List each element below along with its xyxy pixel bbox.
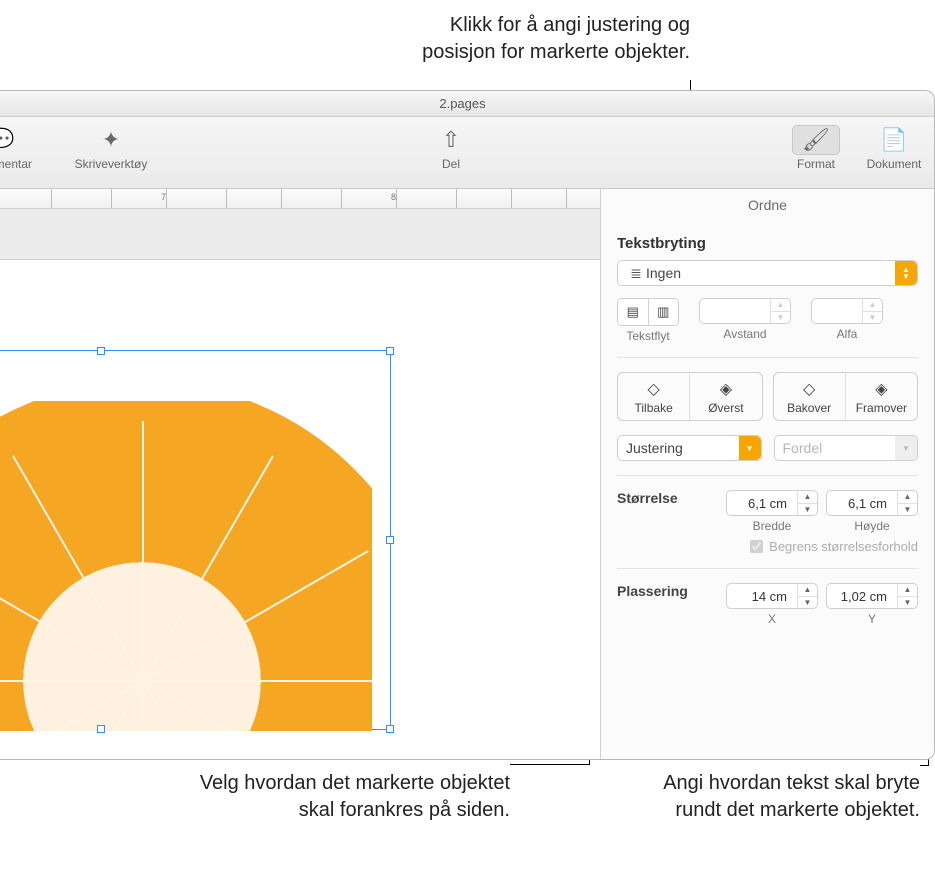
textwrap-mode-select[interactable]: ≣ Ingen ▲▼ bbox=[617, 260, 918, 286]
page-surface[interactable] bbox=[0, 259, 600, 759]
step-down-icon[interactable]: ▼ bbox=[898, 504, 917, 516]
step-up-icon[interactable]: ▲ bbox=[798, 491, 817, 504]
checkbox-label: Begrens størrelsesforhold bbox=[769, 539, 918, 554]
step-down-icon[interactable]: ▼ bbox=[798, 504, 817, 516]
send-to-back-button[interactable]: ◇ Tilbake bbox=[618, 373, 689, 420]
width-label: Bredde bbox=[753, 519, 792, 533]
send-backward-button[interactable]: ◇ Bakover bbox=[774, 373, 845, 420]
alpha-input[interactable] bbox=[812, 299, 858, 323]
spacing-label: Avstand bbox=[723, 327, 766, 341]
distribute-select[interactable]: Fordel ▼ bbox=[774, 435, 919, 461]
y-label: Y bbox=[868, 612, 876, 626]
format-inspector: Ordne Tekstbryting ≣ Ingen ▲▼ ▤ ▥ Tekstf… bbox=[600, 189, 934, 759]
bring-to-front-button[interactable]: ◈ Øverst bbox=[689, 373, 761, 420]
callout-bottom-right: Angi hvordan tekst skal bryte rundt det … bbox=[640, 770, 920, 824]
textflow-left-icon[interactable]: ▤ bbox=[618, 299, 648, 325]
resize-handle[interactable] bbox=[97, 725, 105, 733]
x-label: X bbox=[768, 612, 776, 626]
app-window: 2.pages 💬 Kommentar ✦ Skriveverktøy ⇧ De… bbox=[0, 90, 935, 760]
toolbar-label: Skriveverktøy bbox=[71, 157, 151, 171]
selected-image[interactable] bbox=[0, 350, 391, 730]
constrain-proportions-checkbox[interactable]: Begrens størrelsesforhold bbox=[617, 539, 918, 554]
resize-handle[interactable] bbox=[97, 347, 105, 355]
spacing-input[interactable] bbox=[700, 299, 764, 323]
layers-back-icon: ◇ bbox=[618, 379, 689, 399]
textflow-label: Tekstflyt bbox=[626, 329, 669, 343]
textflow-segmented[interactable]: ▤ ▥ bbox=[617, 298, 679, 326]
layer-label: Tilbake bbox=[618, 399, 689, 420]
alpha-stepper[interactable]: ▲▼ bbox=[811, 298, 883, 324]
sparkle-icon: ✦ bbox=[71, 125, 151, 155]
spacing-stepper[interactable]: ▲▼ bbox=[699, 298, 791, 324]
y-input[interactable] bbox=[827, 584, 891, 608]
layer-label: Øverst bbox=[690, 399, 761, 420]
layers-backward-icon: ◇ bbox=[774, 379, 845, 399]
callout-top: Klikk for å angi justering og posisjon f… bbox=[380, 12, 690, 66]
toolbar-share-button[interactable]: ⇧ Del bbox=[411, 125, 491, 171]
layers-front-icon: ◈ bbox=[690, 379, 761, 399]
toolbar-writing-tools-button[interactable]: ✦ Skriveverktøy bbox=[71, 125, 151, 171]
height-stepper[interactable]: ▲▼ bbox=[826, 490, 918, 516]
document-icon: 📄 bbox=[854, 125, 934, 155]
step-up-icon[interactable]: ▲ bbox=[898, 491, 917, 504]
dropdown-label: Fordel bbox=[783, 440, 892, 456]
comment-icon: 💬 bbox=[0, 125, 41, 155]
width-stepper[interactable]: ▲▼ bbox=[726, 490, 818, 516]
step-down-icon[interactable]: ▼ bbox=[863, 312, 882, 324]
callout-line bbox=[920, 765, 928, 766]
x-input[interactable] bbox=[727, 584, 791, 608]
toolbar-format-button[interactable]: 🖌 Format bbox=[776, 125, 856, 171]
layer-order-controls: ◇ Tilbake ◈ Øverst ◇ Bakover ◈ F bbox=[617, 372, 918, 421]
chevron-down-icon: ▼ bbox=[739, 436, 761, 460]
toolbar-document-button[interactable]: 📄 Dokument bbox=[854, 125, 934, 171]
orange-illustration bbox=[0, 401, 372, 731]
section-title-size: Størrelse bbox=[617, 490, 718, 506]
callout-line bbox=[510, 764, 590, 765]
step-up-icon[interactable]: ▲ bbox=[798, 584, 817, 597]
toolbar-label: Format bbox=[776, 157, 856, 171]
resize-handle[interactable] bbox=[386, 347, 394, 355]
callout-bottom-left: Velg hvordan det markerte objektet skal … bbox=[190, 770, 510, 824]
document-canvas[interactable]: 7 8 bbox=[0, 189, 600, 759]
toolbar-label: Del bbox=[411, 157, 491, 171]
share-icon: ⇧ bbox=[411, 125, 491, 155]
resize-handle[interactable] bbox=[386, 536, 394, 544]
alpha-label: Alfa bbox=[837, 327, 858, 341]
bring-forward-button[interactable]: ◈ Framover bbox=[845, 373, 917, 420]
window-title: 2.pages bbox=[0, 91, 934, 117]
step-up-icon[interactable]: ▲ bbox=[771, 299, 790, 312]
toolbar-label: Kommentar bbox=[0, 157, 41, 171]
step-down-icon[interactable]: ▼ bbox=[898, 597, 917, 609]
align-select[interactable]: Justering ▼ bbox=[617, 435, 762, 461]
layer-label: Framover bbox=[846, 399, 917, 420]
textwrap-none-icon: ≣ bbox=[626, 265, 646, 282]
chevron-down-icon: ▼ bbox=[895, 436, 917, 460]
resize-handle[interactable] bbox=[386, 725, 394, 733]
checkbox-input[interactable] bbox=[750, 540, 763, 553]
image-placeholder bbox=[0, 401, 372, 731]
toolbar-label: Dokument bbox=[854, 157, 934, 171]
paintbrush-icon: 🖌 bbox=[792, 125, 840, 155]
textflow-right-icon[interactable]: ▥ bbox=[648, 299, 679, 325]
step-up-icon[interactable]: ▲ bbox=[898, 584, 917, 597]
section-title-position: Plassering bbox=[617, 583, 718, 599]
toolbar: 💬 Kommentar ✦ Skriveverktøy ⇧ Del 🖌 Form… bbox=[0, 117, 934, 189]
height-input[interactable] bbox=[827, 491, 891, 515]
layer-label: Bakover bbox=[774, 399, 845, 420]
x-stepper[interactable]: ▲▼ bbox=[726, 583, 818, 609]
step-down-icon[interactable]: ▼ bbox=[798, 597, 817, 609]
horizontal-ruler[interactable]: 7 8 bbox=[0, 189, 600, 209]
inspector-tab-arrange[interactable]: Ordne bbox=[617, 189, 918, 223]
height-label: Høyde bbox=[854, 519, 889, 533]
toolbar-comments-button[interactable]: 💬 Kommentar bbox=[0, 125, 41, 171]
layers-forward-icon: ◈ bbox=[846, 379, 917, 399]
y-stepper[interactable]: ▲▼ bbox=[826, 583, 918, 609]
step-up-icon[interactable]: ▲ bbox=[863, 299, 882, 312]
section-title-textwrap: Tekstbryting bbox=[617, 235, 918, 252]
dropdown-label: Justering bbox=[626, 440, 735, 456]
chevron-updown-icon: ▲▼ bbox=[895, 261, 917, 285]
width-input[interactable] bbox=[727, 491, 791, 515]
dropdown-label: Ingen bbox=[646, 265, 891, 281]
step-down-icon[interactable]: ▼ bbox=[771, 312, 790, 324]
